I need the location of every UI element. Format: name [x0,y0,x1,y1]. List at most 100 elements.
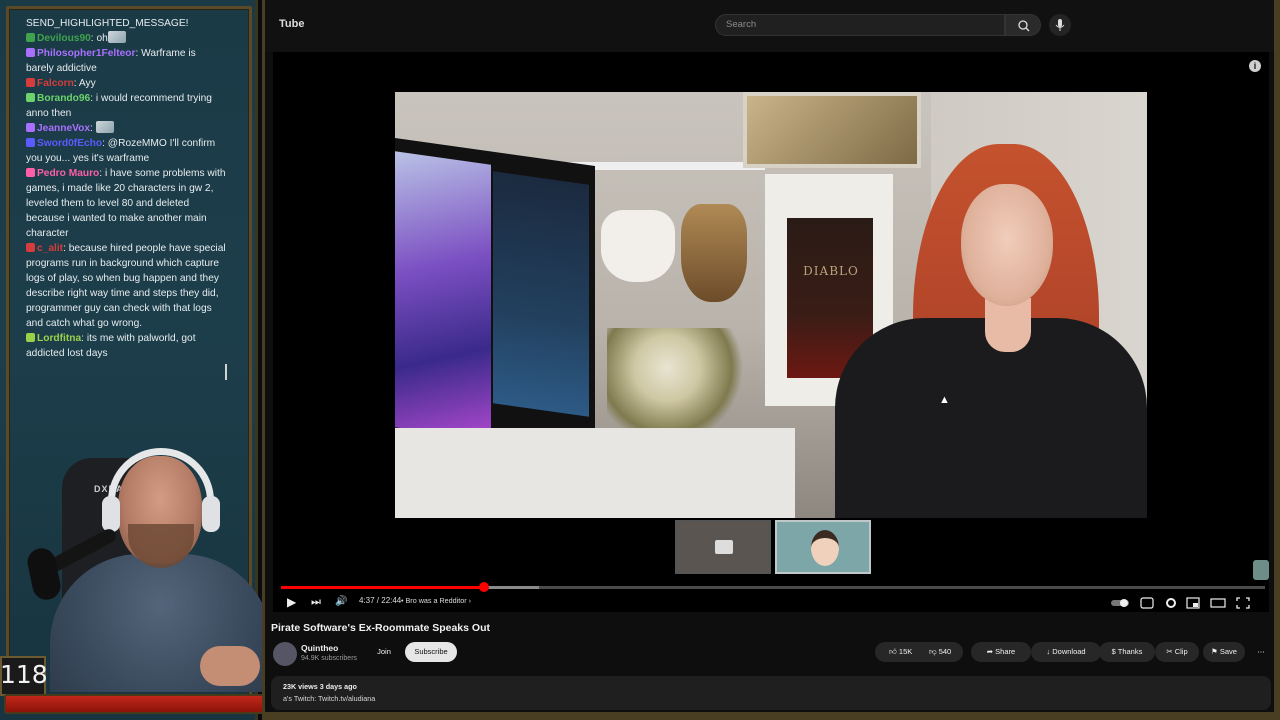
like-dislike-group: 👍︎ 15K 👎︎ 540 [875,642,963,662]
chat-message: c_alit: because hired people have specia… [26,241,226,331]
search-icon [1018,20,1030,32]
bookmark-icon: ⚑ [1211,647,1220,656]
chat-badge-icon [26,93,35,102]
channel-name[interactable]: Quintheo [301,643,338,653]
voice-search-button[interactable] [1049,14,1071,36]
woman-face [961,184,1053,306]
chat-message: Sword0fEcho: @RozeMMO I'll confirm you y… [26,136,226,166]
volume-button[interactable]: 🔊 [335,592,347,612]
player-controls: ▶ ⏭ 🔊 4:37 / 22:44 • Bro was a Redditor … [273,592,1269,612]
time-display: 4:37 / 22:44 [359,596,402,605]
chat-username[interactable]: Sword0fEcho [37,138,102,149]
emote-icon [107,31,126,43]
woman-neck [985,298,1031,352]
chat-username[interactable]: Pedro Mauro [37,168,99,179]
emote-icon [95,121,114,133]
diablo-poster-text: DIABLO [803,264,859,278]
chapter-title[interactable]: • Bro was a Redditor › [401,596,471,605]
youtube-logo[interactable]: Tube [279,18,304,30]
top-bar: Tube Search [265,0,1274,52]
thanks-button[interactable]: $ Thanks [1099,642,1155,662]
progress-played [281,586,484,589]
progress-bar[interactable] [281,582,1265,592]
chat-username[interactable]: Devilous90 [37,33,91,44]
dislike-button[interactable]: 👎︎ 540 [929,642,951,662]
monitor-code [493,171,589,417]
microphone-icon [1055,19,1065,31]
brown-mask [681,204,747,302]
clip-label: Clip [1174,647,1188,656]
chat-username[interactable]: Borando96 [37,93,90,104]
miniplayer-icon[interactable] [1186,597,1200,609]
chat-text: SEND_HIGHLIGHTED_MESSAGE! [26,18,189,29]
streamer-hand [200,646,260,686]
chat-message: JeanneVox: [26,121,226,136]
chat-username[interactable]: Falcorn [37,78,74,89]
like-button[interactable]: 👍︎ 15K [889,642,912,662]
corner-avatar-icon [1253,560,1269,580]
chat-message: SEND_HIGHLIGHTED_MESSAGE! [26,16,226,31]
chat-username[interactable]: Philosopher1Felteor [37,48,136,59]
scissors-icon: ✂ [1166,647,1175,656]
info-icon[interactable]: i [1249,60,1261,72]
headphone-ear-left [102,496,120,532]
mouse-cursor-icon: ▲ [939,394,950,406]
browser-window: Tube Search DIABLO ▲ ▶ ⏭ 🔊 4:37 / 22:44 … [262,0,1280,720]
description-box[interactable]: 23K views 3 days ago a's Twitch: Twitch.… [271,676,1271,710]
views-and-date: 23K views 3 days ago [283,682,357,691]
theater-mode-icon[interactable] [1210,598,1226,608]
video-player[interactable]: DIABLO ▲ ▶ ⏭ 🔊 4:37 / 22:44 • Bro was a … [273,52,1269,612]
progress-scrubber[interactable] [478,582,489,592]
video-frame[interactable]: DIABLO ▲ [395,92,1147,518]
clip-button[interactable]: ✂ Clip [1155,642,1199,662]
chat-badge-icon [26,168,35,177]
next-button[interactable]: ⏭ [311,592,321,612]
chat-username[interactable]: Lordfitna [37,333,81,344]
download-button[interactable]: ↓ Download [1031,642,1101,662]
fullscreen-icon[interactable] [1236,597,1250,609]
woman-body [835,318,1147,518]
channel-avatar[interactable] [273,642,297,666]
participant-tile-avatar[interactable] [775,520,871,574]
desk [395,428,795,518]
save-label: Save [1219,647,1237,656]
subscriber-count: 94.9K subscribers [301,655,358,662]
more-actions-button[interactable]: ⋯ [1253,642,1269,662]
search-button[interactable] [1005,14,1041,36]
video-title: Pirate Software's Ex-Roommate Speaks Out [271,622,490,634]
poster-top [743,92,921,168]
search-input[interactable]: Search [715,14,1005,36]
join-button[interactable]: Join [369,642,399,662]
chat-badge-icon [26,333,35,342]
chat-username[interactable]: JeanneVox [37,123,90,134]
chat-username[interactable]: c_alit [37,243,63,254]
avatar [811,530,839,566]
chat-message: Borando96: i would recommend trying anno… [26,91,226,121]
share-button[interactable]: ➦ Share [971,642,1031,662]
chat-text: Ayy [78,78,96,89]
subtitles-icon[interactable] [1140,597,1154,609]
settings-gear-icon[interactable] [1166,598,1176,608]
right-controls [1111,597,1250,609]
save-button[interactable]: ⚑ Save [1203,642,1245,662]
chat-text: oh [96,33,108,44]
chat-scrollbar[interactable] [225,364,227,380]
subscribe-button[interactable]: Subscribe [405,642,457,662]
chat-message: Lordfitna: its me with palworld, got add… [26,331,226,361]
description-link[interactable]: a's Twitch: Twitch.tv/aludiana [283,694,375,703]
monitor-artwork [395,151,491,441]
chat-badge-icon [26,123,35,132]
like-count: 15K [898,647,913,656]
headphone-ear-right [202,496,220,532]
chat-text: because hired people have special progra… [26,243,226,329]
share-icon: ➦ [986,647,996,656]
autoplay-toggle-icon[interactable] [1111,599,1129,607]
dislike-count: 540 [938,647,952,656]
camera-off-icon [715,540,733,554]
play-button[interactable]: ▶ [287,592,296,612]
participant-tile-camera-off[interactable] [675,520,771,574]
thanks-label: Thanks [1117,647,1143,656]
chat-badge-icon [26,33,35,42]
chat-badge-icon [26,138,35,147]
streamer-webcam: DXRACER [10,436,272,692]
